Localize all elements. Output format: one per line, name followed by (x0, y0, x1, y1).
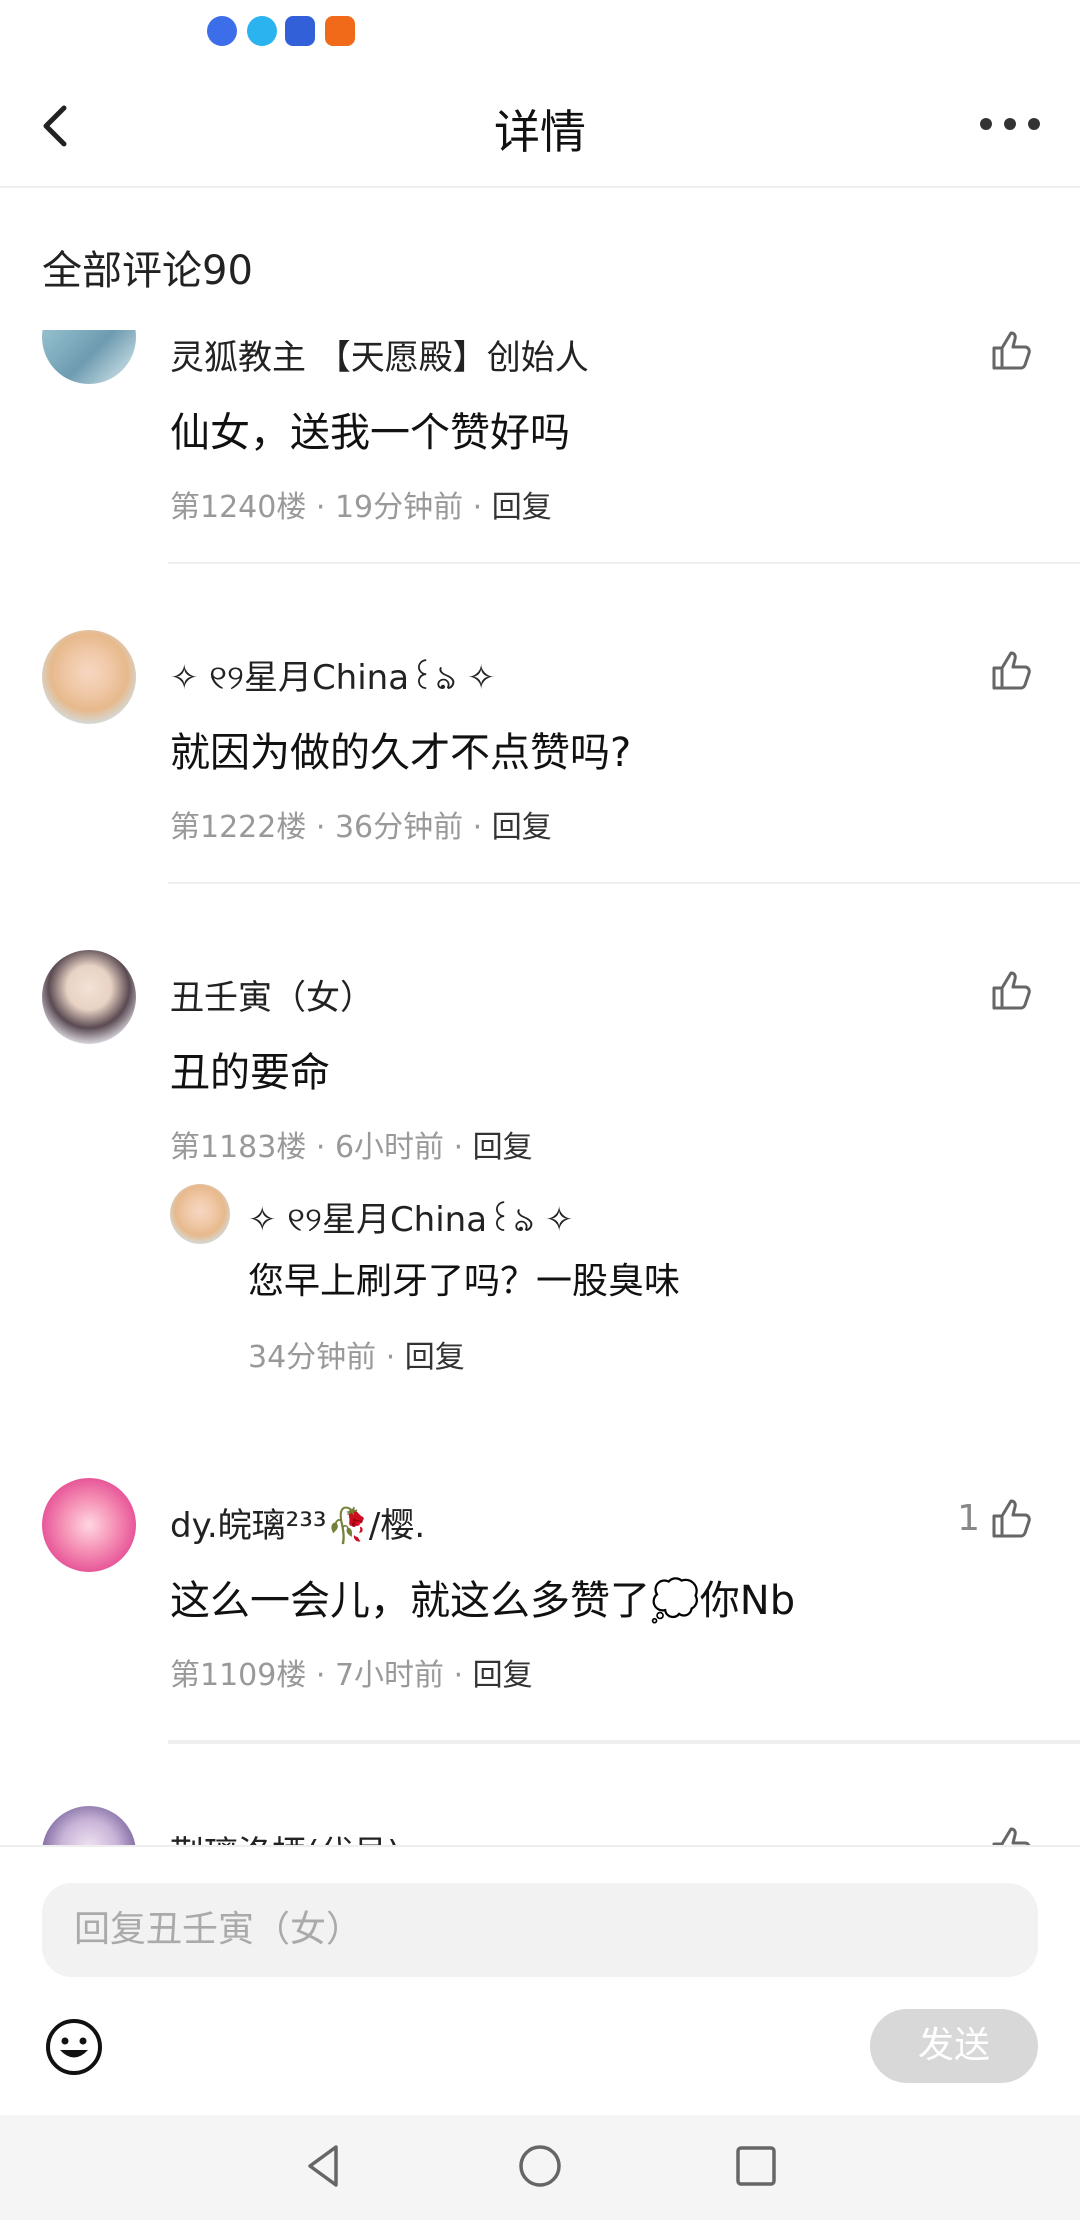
thumbs-up-icon[interactable] (988, 966, 1036, 1014)
comment-author[interactable]: dy.皖璃²³³🥀/樱. (170, 1498, 425, 1547)
page-title: 详情 (494, 105, 586, 159)
reply-input[interactable]: 回复丑壬寅（女） (42, 1883, 1038, 1977)
search-app-icon (247, 16, 277, 46)
thumbs-up-icon[interactable] (988, 1822, 1036, 1845)
comment-text: 就因为做的久才不点赞吗? (170, 730, 632, 776)
avatar[interactable] (42, 630, 136, 724)
avatar[interactable] (170, 1184, 230, 1244)
reply-link[interactable]: 回复 (492, 490, 552, 525)
more-dots-icon[interactable] (980, 118, 1040, 130)
music-app-icon (207, 16, 237, 46)
thumbs-up-icon[interactable] (988, 646, 1036, 694)
comment-author[interactable]: 丑壬寅（女） (170, 970, 374, 1019)
top-bar: 详情 (0, 66, 1080, 188)
system-nav-bar (0, 2115, 1080, 2220)
like-count: 1 (957, 1498, 980, 1539)
reply-link[interactable]: 回复 (473, 1658, 533, 1693)
comment-list[interactable]: 灵狐教主 【天愿殿】创始人 仙女，送我一个赞好吗 第1240楼 · 19分钟前 … (0, 330, 1080, 1845)
download-app-icon (325, 16, 355, 46)
comment-meta: 第1109楼 · 7小时前 · 回复 (170, 1658, 533, 1693)
reply-bar: 回复丑壬寅（女） 发送 (0, 1845, 1080, 2117)
sub-reply-author[interactable]: ✧ ୧୨星月China꒰ঌ ✧ (248, 1192, 573, 1251)
comment-author[interactable]: ✧ ୧୨星月China꒰ঌ ✧ (170, 650, 495, 709)
divider (168, 882, 1080, 884)
send-button[interactable]: 发送 (870, 2009, 1038, 2083)
avatar[interactable] (42, 950, 136, 1044)
comments-count-title: 全部评论90 (42, 248, 253, 294)
divider (168, 562, 1080, 564)
comment-meta: 第1240楼 · 19分钟前 · 回复 (170, 490, 552, 525)
nav-back-icon[interactable] (298, 2141, 348, 2191)
reply-link[interactable]: 回复 (492, 810, 552, 845)
thumbs-up-icon[interactable] (988, 330, 1036, 374)
avatar[interactable] (42, 1478, 136, 1572)
avatar[interactable] (42, 330, 136, 384)
comment-author[interactable]: 荆璃洛栖(代号) (170, 1826, 401, 1845)
reply-link[interactable]: 回复 (405, 1340, 465, 1375)
avatar[interactable] (42, 1806, 136, 1845)
sub-reply-meta: 34分钟前 · 回复 (248, 1340, 465, 1375)
comment-text: 仙女，送我一个赞好吗 (170, 410, 570, 456)
comment-meta: 第1183楼 · 6小时前 · 回复 (170, 1130, 533, 1165)
divider (168, 1742, 1080, 1744)
status-bar (0, 0, 1080, 66)
nav-home-icon[interactable] (515, 2141, 565, 2191)
comment-text: 丑的要命 (170, 1050, 330, 1096)
comment-text: 这么一会儿，就这么多赞了💭你Nb (170, 1578, 796, 1624)
smiley-icon[interactable] (44, 2017, 104, 2077)
comment-author[interactable]: 灵狐教主 【天愿殿】创始人 (170, 330, 589, 379)
comment-meta: 第1222楼 · 36分钟前 · 回复 (170, 810, 552, 845)
thumbs-up-icon[interactable] (988, 1494, 1036, 1542)
sub-reply-text: 您早上刷牙了吗？一股臭味 (248, 1261, 681, 1302)
nav-recent-icon[interactable] (731, 2141, 781, 2191)
baidu-app-icon (285, 16, 315, 46)
reply-link[interactable]: 回复 (473, 1130, 533, 1165)
